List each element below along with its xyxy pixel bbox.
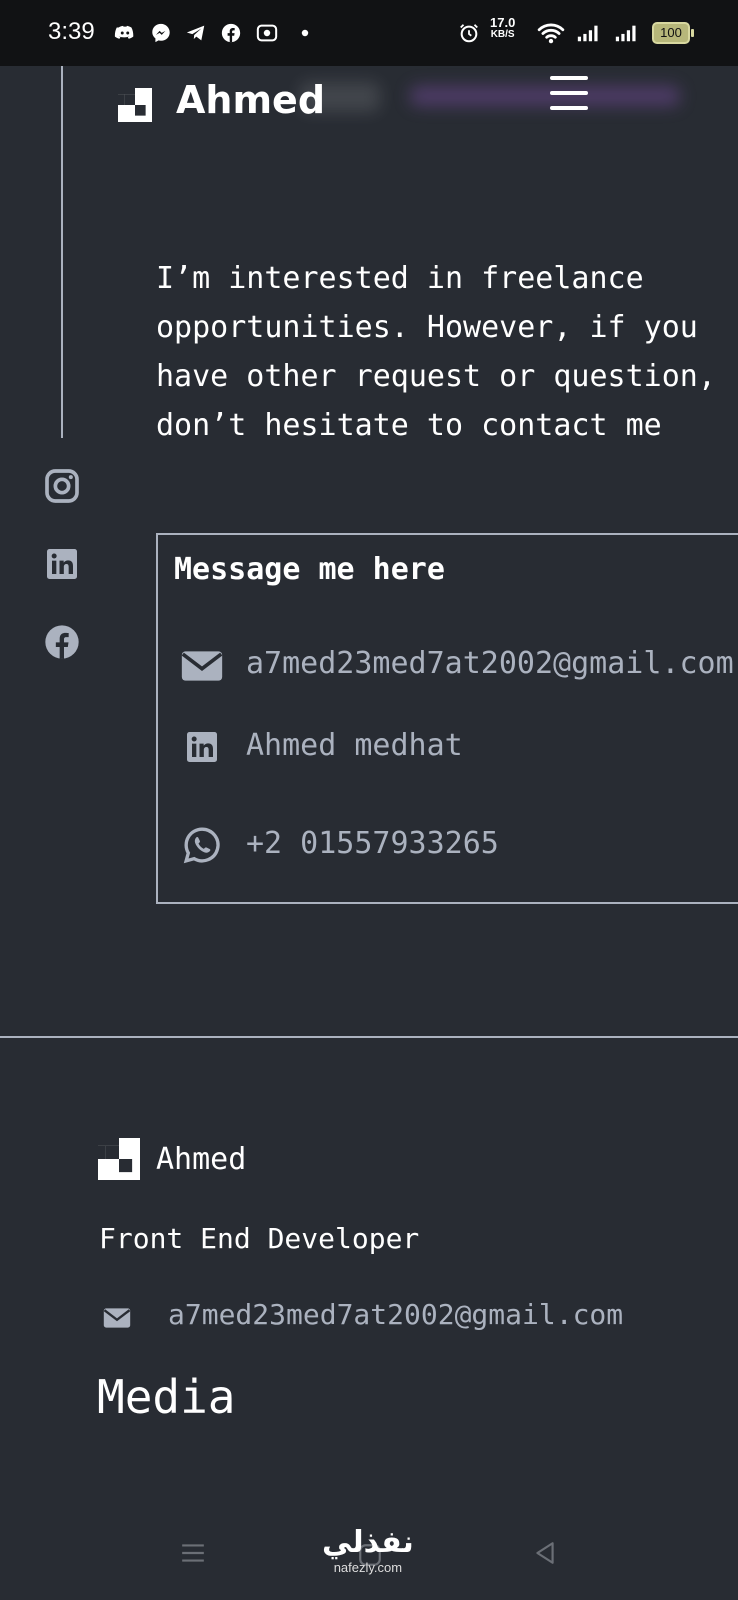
footer-media-heading: Media <box>97 1370 236 1424</box>
back-icon[interactable] <box>532 1540 558 1566</box>
instagram-icon <box>45 469 79 503</box>
messenger-icon <box>148 20 174 46</box>
whatsapp-icon <box>183 827 220 864</box>
signal-2-icon <box>612 20 638 46</box>
screen-record-icon <box>254 20 280 46</box>
blurred-region <box>300 82 380 112</box>
footer-divider <box>0 1036 738 1038</box>
footer-email[interactable]: a7med23med7at2002@gmail.com <box>168 1298 623 1331</box>
hamburger-icon <box>550 76 588 80</box>
speed-unit: KB/S <box>490 29 515 40</box>
telegram-icon <box>183 20 209 46</box>
contact-intro-text: I’m interested in freelance opportunitie… <box>156 261 716 443</box>
nafezly-watermark: نفذلي nafezly.com <box>322 1525 414 1576</box>
contact-whatsapp[interactable]: +2 01557933265 <box>246 826 499 861</box>
dot-icon <box>292 20 318 46</box>
status-time: 3:39 <box>48 18 95 45</box>
network-speed: 17.0 KB/S <box>490 15 516 41</box>
battery-indicator: 100 <box>652 22 694 44</box>
facebook-link[interactable] <box>42 622 82 662</box>
footer-brand-name: Ahmed <box>156 1142 247 1177</box>
contact-linkedin-row[interactable] <box>180 727 224 767</box>
alarm-icon <box>456 20 482 46</box>
linkedin-link[interactable] <box>42 544 82 584</box>
watermark-arabic: نفذلي <box>322 1525 414 1560</box>
facebook-icon <box>45 625 79 659</box>
wifi-icon <box>536 20 566 46</box>
watermark-latin: nafezly.com <box>333 1560 403 1575</box>
envelope-icon <box>103 1308 131 1328</box>
instagram-link[interactable] <box>42 466 82 506</box>
footer-role: Front End Developer <box>99 1222 420 1255</box>
contact-whatsapp-row[interactable] <box>180 825 224 865</box>
contact-email-row[interactable] <box>180 646 224 686</box>
side-divider-line <box>61 66 63 438</box>
hamburger-bar <box>550 91 588 95</box>
footer-logo-icon <box>98 1138 140 1180</box>
hamburger-bar <box>550 106 588 110</box>
facebook-icon <box>218 20 244 46</box>
envelope-icon <box>181 651 223 681</box>
recent-apps-icon[interactable] <box>180 1540 206 1566</box>
hamburger-menu-button[interactable] <box>550 76 588 110</box>
speed-value: 17.0 <box>490 15 516 30</box>
linkedin-icon <box>187 732 217 762</box>
signal-1-icon <box>574 20 600 46</box>
blurred-region <box>410 86 680 106</box>
contact-linkedin[interactable]: Ahmed medhat <box>246 728 463 763</box>
discord-icon <box>112 20 138 46</box>
linkedin-icon <box>47 549 77 579</box>
contact-email[interactable]: a7med23med7at2002@gmail.com <box>246 646 734 681</box>
logo-icon <box>118 88 152 122</box>
contact-card-title: Message me here <box>174 552 445 587</box>
